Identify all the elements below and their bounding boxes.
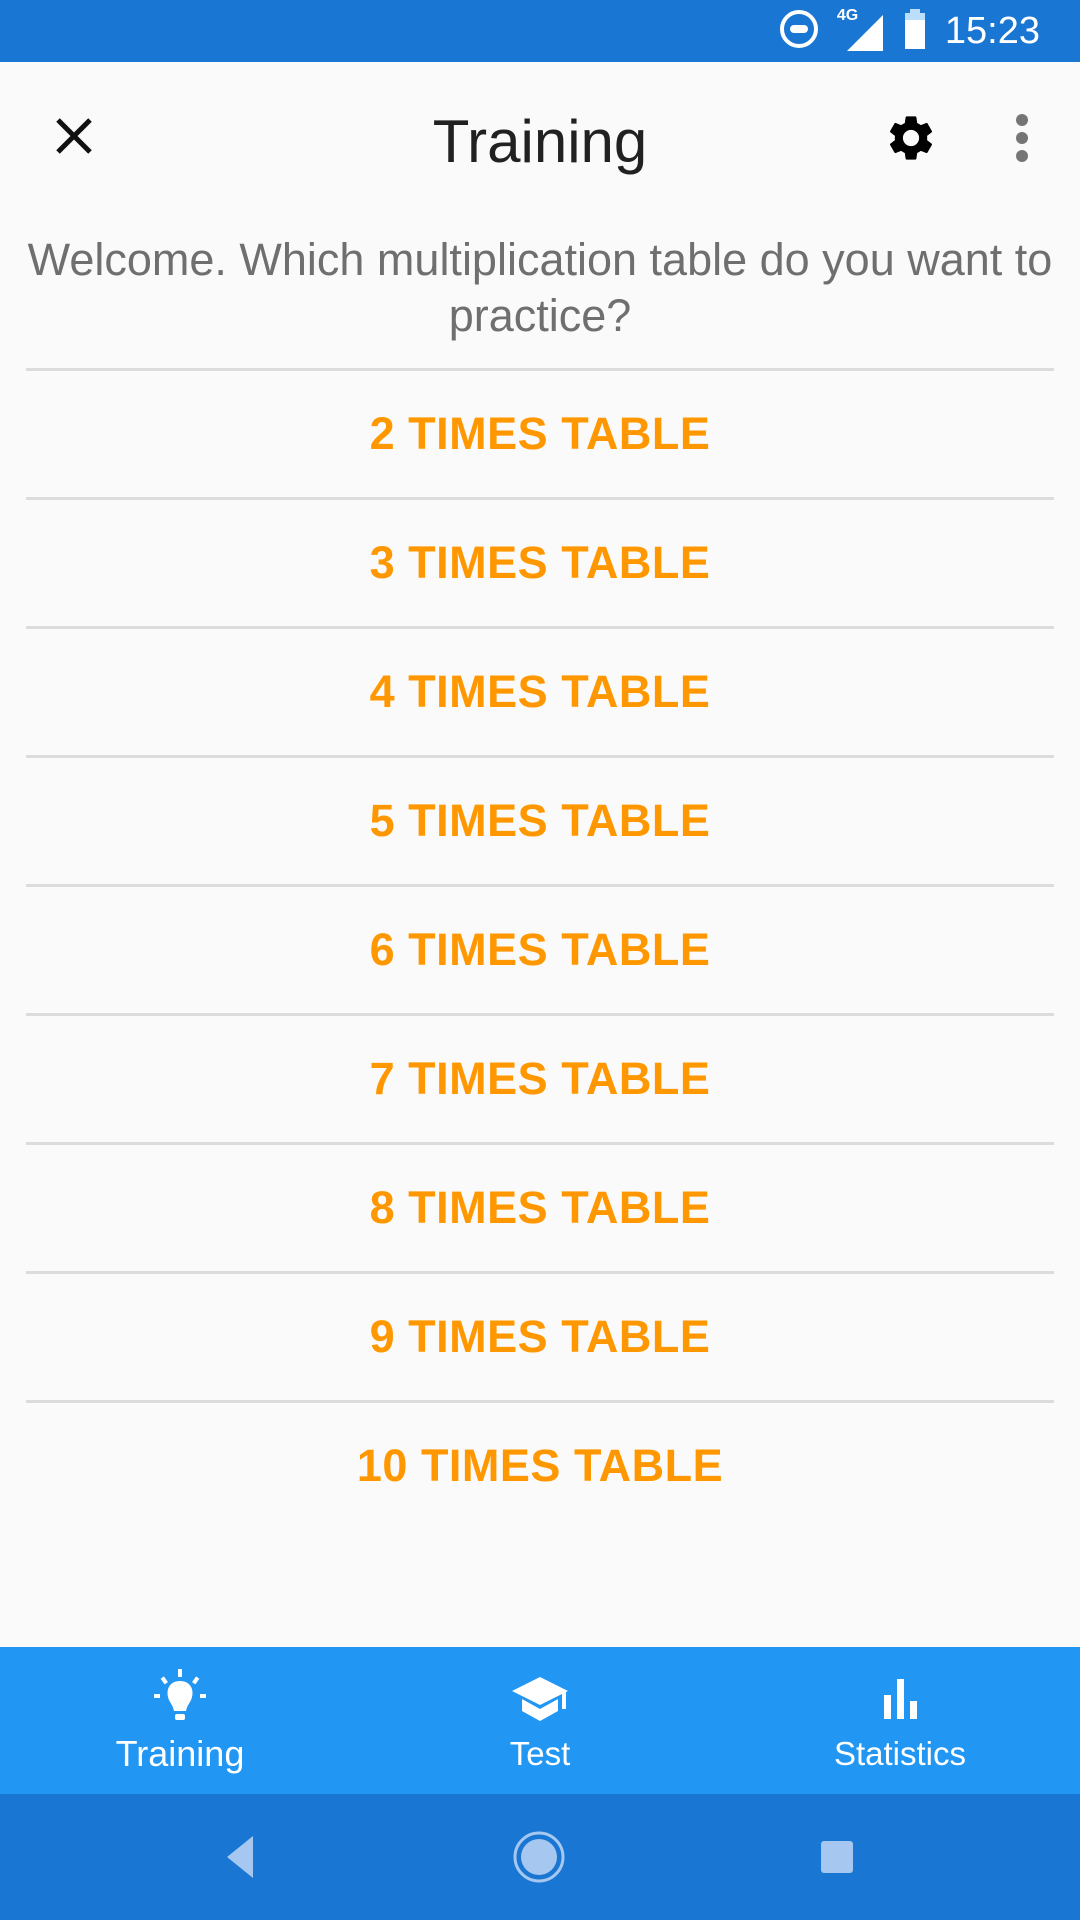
- status-time: 15:23: [944, 9, 1040, 52]
- more-options-button[interactable]: [1000, 102, 1044, 174]
- nav-label: Training: [115, 1732, 245, 1774]
- graduation-cap-icon: [512, 1676, 568, 1721]
- nav-label: Statistics: [833, 1734, 967, 1772]
- app-bar: Training: [0, 62, 1080, 212]
- signal-icon: 4G: [836, 7, 885, 53]
- network-type: 4G: [836, 7, 859, 24]
- times-table-button[interactable]: 5 TIMES TABLE: [26, 758, 1054, 884]
- times-table-button[interactable]: 10 TIMES TABLE: [26, 1403, 1054, 1529]
- times-table-list: 2 TIMES TABLE 3 TIMES TABLE 4 TIMES TABL…: [26, 368, 1054, 1529]
- welcome-text: Welcome. Which multiplication table do y…: [27, 234, 1053, 341]
- times-table-button[interactable]: 6 TIMES TABLE: [26, 887, 1054, 1013]
- back-icon: [227, 1836, 253, 1878]
- home-button[interactable]: [506, 1824, 572, 1890]
- times-table-button[interactable]: 7 TIMES TABLE: [26, 1016, 1054, 1142]
- back-button[interactable]: [208, 1824, 274, 1890]
- times-table-button[interactable]: 8 TIMES TABLE: [26, 1145, 1054, 1271]
- times-table-button[interactable]: 3 TIMES TABLE: [26, 500, 1054, 626]
- nav-item-test[interactable]: Test: [360, 1647, 720, 1794]
- close-button[interactable]: [40, 102, 108, 170]
- lightbulb-icon: [154, 1668, 206, 1720]
- close-icon: [56, 118, 92, 154]
- home-icon: [513, 1831, 565, 1883]
- battery-icon: [903, 7, 927, 56]
- status-bar: 4G 15:23: [0, 0, 1080, 62]
- system-navigation-bar: [0, 1794, 1080, 1920]
- times-table-button[interactable]: 2 TIMES TABLE: [26, 371, 1054, 497]
- do-not-disturb-icon: [779, 9, 819, 54]
- nav-label: Test: [509, 1734, 571, 1772]
- more-vert-icon: [1016, 114, 1028, 162]
- times-table-button[interactable]: 4 TIMES TABLE: [26, 629, 1054, 755]
- bottom-navigation: Training Test Statistics: [0, 1647, 1080, 1794]
- nav-item-statistics[interactable]: Statistics: [720, 1647, 1080, 1794]
- bar-chart-icon: [884, 1678, 917, 1719]
- settings-button[interactable]: [875, 102, 947, 174]
- gear-icon: [889, 116, 933, 160]
- recents-button[interactable]: [804, 1824, 870, 1890]
- recents-icon: [821, 1841, 853, 1873]
- nav-item-training[interactable]: Training: [0, 1647, 360, 1794]
- times-table-button[interactable]: 9 TIMES TABLE: [26, 1274, 1054, 1400]
